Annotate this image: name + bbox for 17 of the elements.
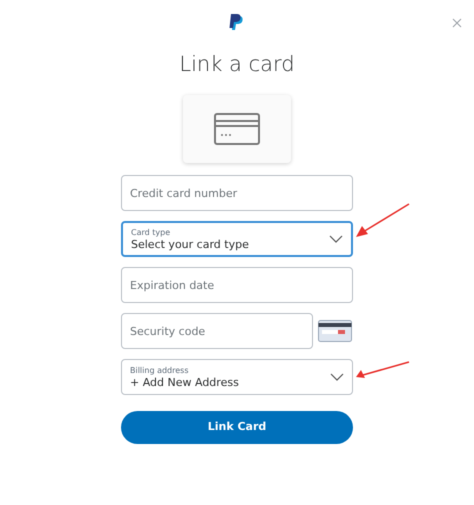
input-field[interactable]: Expiration date	[121, 267, 353, 303]
chevron-down-icon	[330, 373, 344, 381]
credit-card-icon	[214, 113, 260, 145]
input-field[interactable]: Credit card number	[121, 175, 353, 211]
dialog-title: Link a card	[179, 54, 295, 75]
select-field[interactable]: Billing address + Add New Address	[121, 359, 353, 395]
field-label: Billing address	[130, 366, 190, 374]
close-icon	[452, 18, 462, 28]
field-value: Select your card type	[131, 238, 250, 250]
card-back-icon	[318, 320, 352, 342]
field-value: + Add New Address	[130, 376, 240, 388]
chevron-down-icon	[329, 235, 343, 243]
link-card-button[interactable]: Link Card	[121, 411, 353, 444]
field-label: Card type	[131, 228, 172, 236]
select-field[interactable]: Card type Select your card type	[121, 221, 353, 257]
input-field[interactable]: Security code	[121, 313, 313, 349]
logo-icon	[229, 13, 245, 32]
